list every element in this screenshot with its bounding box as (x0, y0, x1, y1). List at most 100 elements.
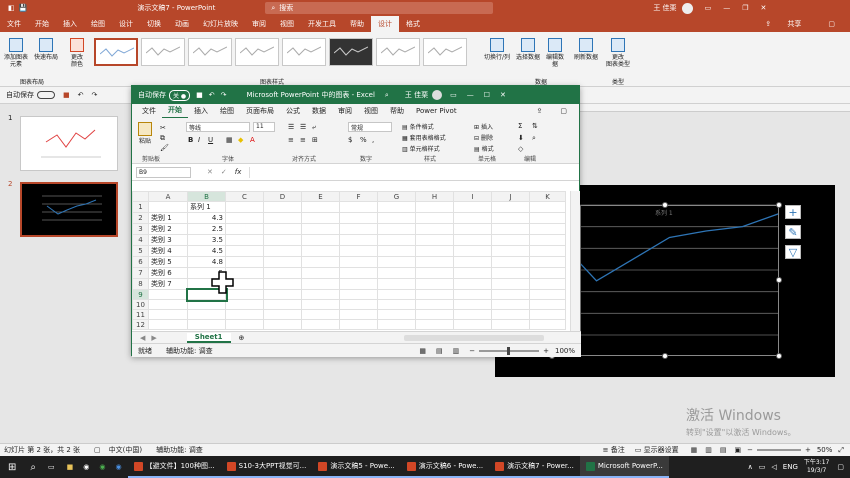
ppt-search-box[interactable]: ⌕ 搜索 (265, 2, 494, 14)
cell-empty[interactable] (529, 309, 566, 320)
cell-empty[interactable] (263, 299, 302, 310)
switch-row-col-button[interactable]: 切换行/列 (484, 38, 510, 61)
page-layout-icon[interactable]: ▤ (436, 347, 443, 355)
insert-cells-button[interactable]: ⊞ 插入 (474, 122, 493, 131)
excel-tab-formulas[interactable]: 公式 (280, 104, 306, 118)
tab-draw[interactable]: 绘图 (84, 16, 112, 32)
next-sheet-icon[interactable]: ▶ (151, 334, 156, 342)
align-left-icon[interactable]: ≡ (288, 136, 294, 144)
app-icon-pen[interactable]: ◉ (83, 463, 89, 471)
add-chart-element-button[interactable]: 添加图表 元素 (4, 38, 28, 68)
vertical-scrollbar[interactable] (570, 191, 580, 331)
cell-a[interactable] (148, 309, 188, 320)
cell-empty[interactable] (263, 201, 302, 213)
select-data-button[interactable]: 选择数据 (516, 38, 540, 61)
cell-empty[interactable] (491, 223, 530, 235)
notification-icon[interactable]: ▢ (837, 463, 844, 471)
refresh-data-button[interactable]: 刷新数据 (574, 38, 598, 61)
cell-empty[interactable] (491, 234, 530, 246)
cell-empty[interactable] (415, 234, 454, 246)
ppt-zoom-in-icon[interactable]: + (805, 446, 811, 454)
cell-empty[interactable] (453, 289, 492, 300)
excel-comments-icon[interactable]: ▢ (554, 104, 573, 118)
cell-empty[interactable] (453, 278, 492, 290)
paste-button[interactable]: 粘贴 (138, 122, 152, 145)
cell-styles-button[interactable]: ▥ 单元格样式 (402, 144, 440, 153)
cell-empty[interactable] (453, 223, 492, 235)
normal-view-icon[interactable]: ▦ (419, 347, 426, 355)
cell-empty[interactable] (377, 278, 416, 290)
resize-handle-top-right[interactable] (776, 202, 782, 208)
cell-empty[interactable] (225, 201, 264, 213)
cell-a[interactable]: 类别 4 (148, 245, 188, 257)
chart-style-5[interactable] (282, 38, 326, 66)
normal-view-button[interactable]: ▦ (691, 446, 698, 454)
cell-a[interactable]: 类别 3 (148, 234, 188, 246)
resize-handle-right[interactable] (776, 277, 782, 283)
accessibility-status[interactable]: 辅助功能: 调查 (156, 445, 203, 455)
cell-empty[interactable] (263, 309, 302, 320)
cell-empty[interactable] (415, 299, 454, 310)
row-header[interactable]: 10 (132, 299, 149, 310)
browser-icon[interactable]: ◉ (115, 463, 121, 471)
cell-b[interactable]: 3.5 (187, 234, 226, 246)
cancel-entry-icon[interactable]: ✕ (207, 168, 213, 176)
excel-maximize-icon[interactable]: ☐ (484, 91, 490, 99)
cell-empty[interactable] (415, 278, 454, 290)
excel-search-icon[interactable]: ⌕ (385, 91, 389, 100)
cell-empty[interactable] (339, 299, 378, 310)
reading-view-button[interactable]: ▤ (720, 446, 727, 454)
excel-autosave-toggle[interactable]: 关 ● (169, 89, 191, 101)
column-header-d[interactable]: D (263, 191, 302, 202)
row-header[interactable]: 11 (132, 309, 149, 320)
cell-empty[interactable] (415, 201, 454, 213)
sorter-view-button[interactable]: ▥ (705, 446, 712, 454)
copy-icon[interactable]: ⧉ (160, 134, 165, 143)
column-header-c[interactable]: C (225, 191, 264, 202)
merge-cells-icon[interactable]: ⊞ (312, 136, 318, 144)
redo-icon[interactable]: ↷ (92, 91, 98, 99)
page-break-icon[interactable]: ▥ (453, 347, 460, 355)
row-header[interactable]: 8 (132, 278, 149, 290)
sheet-tab-sheet1[interactable]: Sheet1 (186, 332, 231, 343)
row-header[interactable]: 9 (132, 289, 149, 300)
row-header[interactable]: 4 (132, 234, 149, 246)
cell-empty[interactable] (263, 319, 302, 330)
chart-style-4[interactable] (235, 38, 279, 66)
chrome-icon[interactable]: ◉ (99, 463, 105, 471)
cell-empty[interactable] (415, 319, 454, 330)
cell-empty[interactable] (491, 267, 530, 279)
cell-empty[interactable] (263, 267, 302, 279)
cell-empty[interactable] (529, 245, 566, 257)
align-middle-icon[interactable]: ☰ (300, 123, 306, 131)
fit-to-window-icon[interactable]: ⤢ (838, 446, 844, 455)
cut-icon[interactable]: ✂ (160, 124, 166, 132)
cell-empty[interactable] (301, 319, 340, 330)
network-icon[interactable]: ▭ (759, 463, 766, 471)
cell-b[interactable]: 4.5 (187, 245, 226, 257)
status-accessibility[interactable]: 辅助功能: 调查 (166, 346, 213, 356)
column-header-i[interactable]: I (453, 191, 492, 202)
tab-home[interactable]: 开始 (28, 16, 56, 32)
cell-empty[interactable] (339, 212, 378, 224)
chart-style-7[interactable] (376, 38, 420, 66)
cell-empty[interactable] (415, 256, 454, 268)
cell-empty[interactable] (263, 256, 302, 268)
ppt-user-name[interactable]: 王 佳栗 (653, 3, 676, 13)
excel-minimize-icon[interactable]: — (467, 91, 474, 99)
cell-a[interactable]: 类别 1 (148, 212, 188, 224)
cell-empty[interactable] (529, 278, 566, 290)
excel-tab-home[interactable]: 开始 (162, 103, 188, 119)
sort-filter-icon[interactable]: ⇅ (532, 122, 538, 130)
prev-sheet-icon[interactable]: ◀ (140, 334, 145, 342)
display-settings-button[interactable]: ▭ 显示器设置 (635, 445, 679, 455)
cell-a[interactable]: 类别 6 (148, 267, 188, 279)
cell-empty[interactable] (491, 299, 530, 310)
cell-empty[interactable] (301, 245, 340, 257)
notes-button[interactable]: ≡ 备注 (603, 445, 625, 455)
cell-empty[interactable] (529, 299, 566, 310)
cell-empty[interactable] (491, 201, 530, 213)
ppt-zoom-slider[interactable] (756, 449, 801, 451)
find-icon[interactable]: ⌕ (532, 134, 536, 143)
zoom-level[interactable]: 100% (555, 347, 575, 355)
